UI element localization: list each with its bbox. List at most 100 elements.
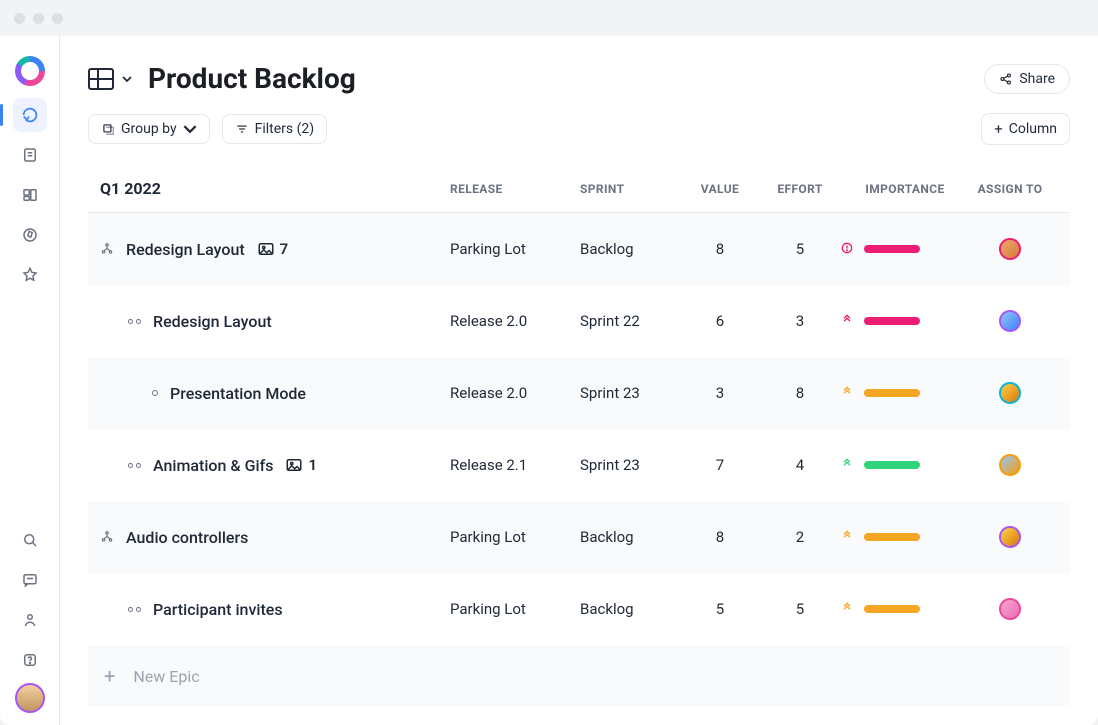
filter-icon bbox=[235, 122, 249, 136]
table-row[interactable]: Presentation Mode Release 2.0 Sprint 23 … bbox=[88, 357, 1070, 429]
cell-effort: 2 bbox=[760, 528, 840, 546]
table-row[interactable]: Redesign Layout 7 Parking Lot Backlog 8 … bbox=[88, 213, 1070, 285]
table: Q1 2022 RELEASE SPRINT VALUE EFFORT IMPO… bbox=[88, 163, 1070, 725]
nav-help-icon[interactable] bbox=[13, 643, 47, 677]
cell-value: 8 bbox=[680, 528, 760, 546]
cell-value: 6 bbox=[680, 312, 760, 330]
share-label: Share bbox=[1019, 71, 1055, 87]
cell-effort: 8 bbox=[760, 384, 840, 402]
page-header: Product Backlog Share bbox=[88, 62, 1070, 95]
window-minimize-icon[interactable] bbox=[33, 13, 44, 24]
importance-bar bbox=[864, 389, 920, 397]
group-title: Q1 2022 bbox=[100, 179, 450, 198]
assignee-avatar[interactable] bbox=[999, 238, 1021, 260]
cell-value: 7 bbox=[680, 456, 760, 474]
group-by-label: Group by bbox=[121, 121, 177, 137]
cell-release: Parking Lot bbox=[450, 600, 580, 618]
nav-board-icon[interactable] bbox=[13, 178, 47, 212]
filters-button[interactable]: Filters (2) bbox=[222, 114, 328, 144]
importance-low-icon bbox=[840, 456, 854, 475]
row-name: Participant invites bbox=[153, 600, 283, 619]
app-logo-icon[interactable] bbox=[15, 56, 45, 86]
user-avatar[interactable] bbox=[15, 683, 45, 713]
cell-release: Parking Lot bbox=[450, 528, 580, 546]
nav-compass-icon[interactable] bbox=[13, 218, 47, 252]
column-effort: EFFORT bbox=[760, 182, 840, 196]
nav-star-icon[interactable] bbox=[13, 258, 47, 292]
chevron-down-icon[interactable] bbox=[122, 74, 132, 84]
window-zoom-icon[interactable] bbox=[52, 13, 63, 24]
assignee-avatar[interactable] bbox=[999, 454, 1021, 476]
table-body: Redesign Layout 7 Parking Lot Backlog 8 … bbox=[88, 213, 1070, 645]
cell-value: 3 bbox=[680, 384, 760, 402]
add-column-button[interactable]: + Column bbox=[981, 113, 1070, 145]
importance-bar bbox=[864, 605, 920, 613]
nav-search-icon[interactable] bbox=[13, 523, 47, 557]
cell-effort: 5 bbox=[760, 600, 840, 618]
children-icon bbox=[128, 607, 141, 612]
nav-refresh-icon[interactable] bbox=[13, 98, 47, 132]
cell-sprint: Backlog bbox=[580, 240, 680, 258]
chevron-down-icon bbox=[183, 122, 197, 136]
assignee-avatar[interactable] bbox=[999, 382, 1021, 404]
hierarchy-icon bbox=[100, 242, 114, 256]
page-title: Product Backlog bbox=[148, 62, 356, 95]
cell-importance bbox=[840, 240, 970, 259]
view-table-icon[interactable] bbox=[88, 68, 114, 90]
cell-sprint: Sprint 23 bbox=[580, 384, 680, 402]
attachment-badge: 7 bbox=[257, 240, 289, 258]
cell-effort: 3 bbox=[760, 312, 840, 330]
window-close-icon[interactable] bbox=[14, 13, 25, 24]
share-icon bbox=[999, 72, 1013, 86]
assignee-avatar[interactable] bbox=[999, 526, 1021, 548]
nav-notes-icon[interactable] bbox=[13, 138, 47, 172]
plus-icon: + bbox=[994, 120, 1003, 138]
row-name: Redesign Layout bbox=[153, 312, 272, 331]
importance-bar bbox=[864, 461, 920, 469]
importance-bar bbox=[864, 317, 920, 325]
cell-release: Release 2.0 bbox=[450, 312, 580, 330]
cell-release: Release 2.1 bbox=[450, 456, 580, 474]
image-icon bbox=[257, 240, 275, 258]
column-value: VALUE bbox=[680, 182, 760, 196]
row-name: Audio controllers bbox=[126, 528, 248, 547]
importance-medium-icon bbox=[840, 384, 854, 403]
cell-value: 8 bbox=[680, 240, 760, 258]
table-row[interactable]: Animation & Gifs 1 Release 2.1 Sprint 23… bbox=[88, 429, 1070, 501]
row-name-cell: Presentation Mode bbox=[100, 384, 450, 403]
row-name-cell: Redesign Layout 7 bbox=[100, 240, 450, 259]
cell-importance bbox=[840, 600, 970, 619]
table-row[interactable]: Participant invites Parking Lot Backlog … bbox=[88, 573, 1070, 645]
leaf-icon bbox=[152, 390, 158, 396]
table-row[interactable]: Audio controllers Parking Lot Backlog 8 … bbox=[88, 501, 1070, 573]
column-release: RELEASE bbox=[450, 182, 580, 196]
column-sprint: SPRINT bbox=[580, 182, 680, 196]
cell-effort: 4 bbox=[760, 456, 840, 474]
sidebar bbox=[0, 36, 60, 725]
cell-release: Parking Lot bbox=[450, 240, 580, 258]
row-name-cell: Redesign Layout bbox=[100, 312, 450, 331]
image-icon bbox=[285, 456, 303, 474]
nav-chat-icon[interactable] bbox=[13, 563, 47, 597]
column-importance: IMPORTANCE bbox=[840, 182, 970, 196]
assignee-avatar[interactable] bbox=[999, 310, 1021, 332]
group-by-button[interactable]: Group by bbox=[88, 114, 210, 144]
new-epic-button[interactable]: + New Epic bbox=[88, 645, 1070, 707]
toolbar: Group by Filters (2) + Column bbox=[88, 113, 1070, 145]
children-icon bbox=[128, 463, 141, 468]
cell-importance bbox=[840, 384, 970, 403]
table-row[interactable]: Redesign Layout Release 2.0 Sprint 22 6 … bbox=[88, 285, 1070, 357]
row-name-cell: Audio controllers bbox=[100, 528, 450, 547]
row-name-cell: Participant invites bbox=[100, 600, 450, 619]
importance-high-icon bbox=[840, 312, 854, 331]
importance-medium-icon bbox=[840, 528, 854, 547]
window-titlebar bbox=[0, 0, 1098, 36]
nav-team-icon[interactable] bbox=[13, 603, 47, 637]
table-header: Q1 2022 RELEASE SPRINT VALUE EFFORT IMPO… bbox=[88, 163, 1070, 213]
row-name: Animation & Gifs bbox=[153, 456, 273, 475]
cell-value: 5 bbox=[680, 600, 760, 618]
cell-release: Release 2.0 bbox=[450, 384, 580, 402]
cell-importance bbox=[840, 528, 970, 547]
assignee-avatar[interactable] bbox=[999, 598, 1021, 620]
share-button[interactable]: Share bbox=[984, 64, 1070, 94]
